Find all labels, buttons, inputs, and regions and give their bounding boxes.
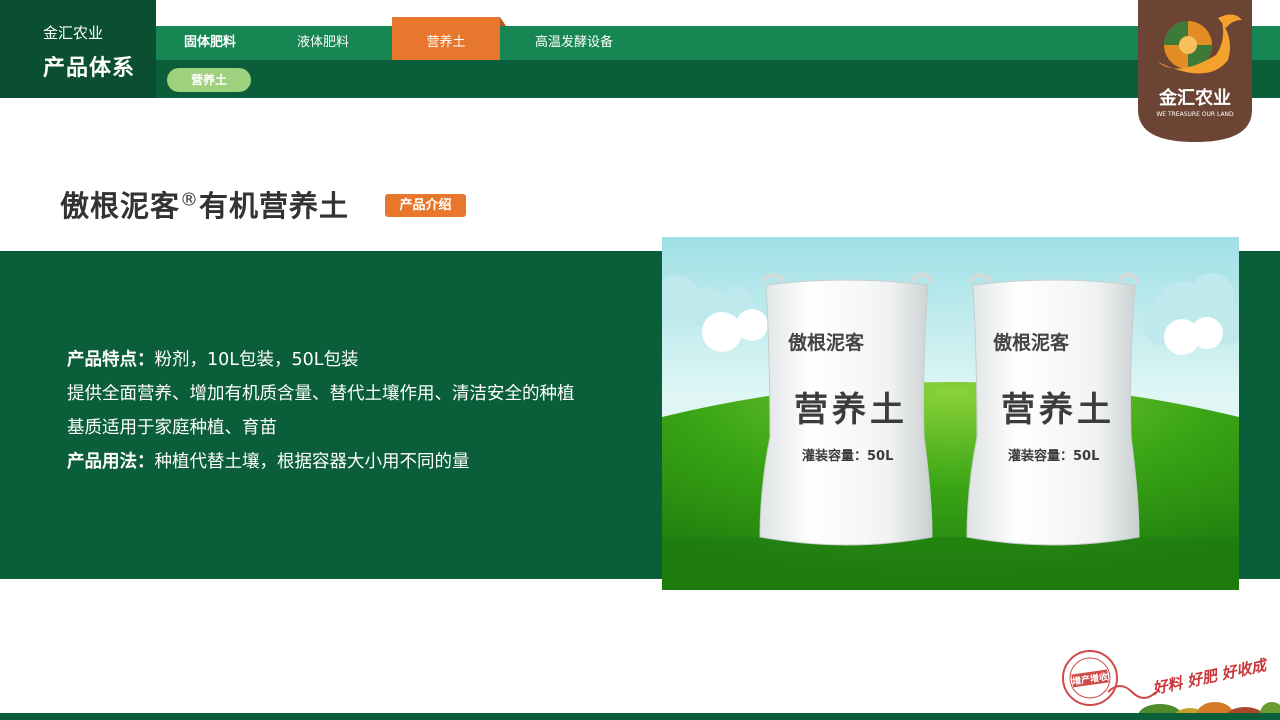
- bag-left-brand: 傲根泥客: [788, 331, 865, 354]
- product-description: 产品特点：粉剂，10L包装，50L包装 提供全面营养、增加有机质含量、替代土壤作…: [67, 343, 627, 479]
- tab-fermentation-equipment[interactable]: 高温发酵设备: [524, 26, 624, 60]
- harvest-decoration: 增产增收 好料 好肥 好收成: [1062, 650, 1280, 720]
- features-line: 产品特点：粉剂，10L包装，50L包装: [67, 343, 627, 377]
- features-value: 粉剂，10L包装，50L包装: [154, 350, 359, 370]
- product-bag-left: 傲根泥客 营养土 灌装容量：50L: [759, 272, 934, 546]
- logo-name: 金汇农业: [1158, 87, 1231, 109]
- footer-line: [0, 713, 1280, 720]
- usage-line: 产品用法：种植代替土壤，根据容器大小用不同的量: [67, 445, 627, 479]
- bag-right-capacity: 灌装容量：50L: [1008, 448, 1099, 464]
- bag-right-name: 营养土: [1001, 390, 1115, 430]
- company-name: 金汇农业: [43, 24, 104, 42]
- bag-right-brand: 傲根泥客: [993, 331, 1070, 354]
- product-title: 傲根泥客®有机营养土: [60, 183, 349, 225]
- registered-mark: ®: [180, 189, 200, 211]
- subtab-bar: [156, 60, 1280, 98]
- subtab-nutrient-soil[interactable]: 营养土: [167, 68, 251, 92]
- product-title-name: 有机营养土: [199, 189, 350, 223]
- company-logo: 金汇农业 WE TREASURE OUR LAND: [1138, 0, 1252, 142]
- bag-left-name: 营养土: [794, 390, 908, 430]
- description-line-3: 基质适用于家庭种植、育苗: [67, 418, 277, 438]
- usage-value: 种植代替土壤，根据容器大小用不同的量: [154, 452, 470, 472]
- logo-slogan: WE TREASURE OUR LAND: [1156, 111, 1234, 118]
- brand-box: 金汇农业 产品体系: [0, 0, 156, 98]
- features-label: 产品特点：: [67, 350, 155, 370]
- section-title: 产品体系: [43, 56, 136, 81]
- description-line-2: 提供全面营养、增加有机质含量、替代土壤作用、清洁安全的种植: [67, 384, 575, 404]
- header-top-strip: [156, 0, 1280, 26]
- tab-liquid-fertilizer[interactable]: 液体肥料: [280, 26, 366, 60]
- bag-left-capacity: 灌装容量：50L: [802, 448, 893, 464]
- tab-solid-fertilizer[interactable]: 固体肥料: [168, 26, 252, 60]
- footer-slogan: 好料 好肥 好收成: [1150, 656, 1271, 698]
- product-bag-right: 傲根泥客 营养土 灌装容量：50L: [966, 272, 1141, 546]
- intro-badge[interactable]: 产品介绍: [385, 194, 466, 217]
- product-title-brand: 傲根泥客: [60, 189, 181, 223]
- tab-nutrient-soil[interactable]: 营养土: [392, 17, 506, 60]
- usage-label: 产品用法：: [67, 452, 155, 472]
- product-photo: 傲根泥客 营养土 灌装容量：50L 傲根泥客 营养土 灌装容量：50L: [662, 237, 1239, 590]
